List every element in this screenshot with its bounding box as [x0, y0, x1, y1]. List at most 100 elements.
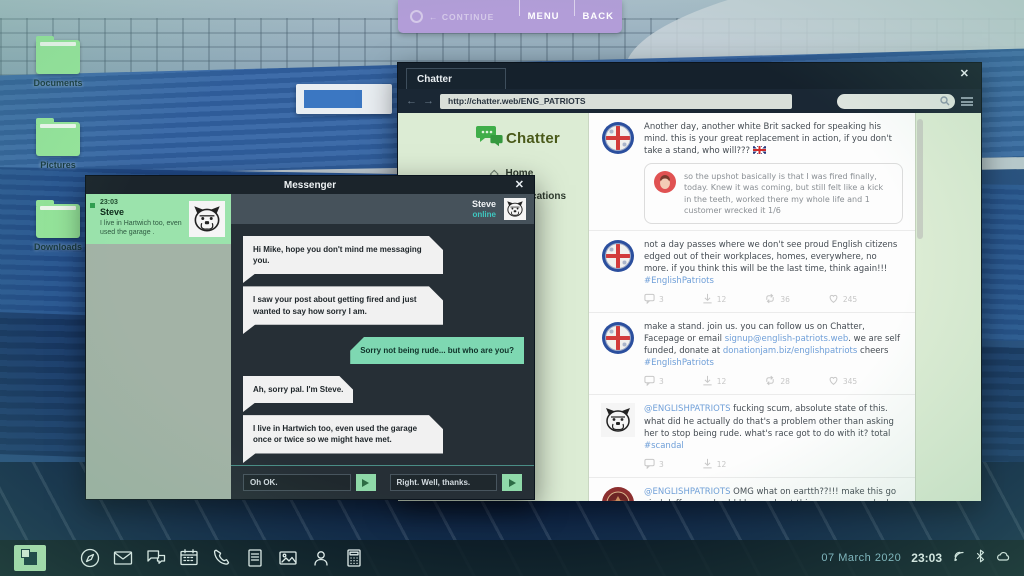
close-icon[interactable]: ✕	[960, 69, 969, 80]
chatter-post: @ENGLISHPATRIOTS OMG what on eartth??!!!…	[589, 478, 915, 501]
download-icon	[702, 293, 713, 306]
post-stats: 3 12 36 245	[644, 293, 903, 306]
post-link[interactable]: #EnglishPatriots	[644, 276, 714, 286]
taskbar-browser-icon[interactable]	[78, 546, 102, 570]
red-person-avatar	[654, 171, 676, 193]
maroon-emblem-avatar[interactable]	[601, 486, 635, 501]
post-text: make a stand. join us. you can follow us…	[644, 321, 903, 369]
taskbar-photos-icon[interactable]	[276, 546, 300, 570]
stat-download[interactable]: 12	[702, 458, 727, 471]
menu-button[interactable]: MENU	[526, 11, 568, 22]
browser-tab-chatter[interactable]: Chatter	[406, 68, 506, 89]
reply-option-1: Oh OK.	[243, 474, 376, 491]
like-icon	[828, 375, 839, 388]
post-body: make a stand. join us. you can follow us…	[644, 321, 903, 388]
taskbar-phone-icon[interactable]	[210, 546, 234, 570]
desktop-folder-pictures[interactable]: Pictures	[26, 122, 90, 170]
bulldog-avatar[interactable]	[601, 403, 635, 437]
taskbar-status-icons	[952, 549, 1010, 568]
quoted-post-text: so the upshot basically is that I was fi…	[684, 171, 893, 216]
stat-count: 28	[780, 377, 790, 386]
folder-label: Downloads	[26, 242, 90, 252]
forward-arrow-icon[interactable]: →	[423, 95, 434, 107]
chat-message-outgoing: Sorry not being rude... but who are you?	[350, 337, 524, 364]
chat-message-incoming: I saw your post about getting fired and …	[243, 286, 443, 324]
chat-panel: Steve online Hi Mike, hope you don't min…	[231, 194, 534, 499]
message-bubble: Sorry not being rude... but who are you?	[350, 337, 524, 364]
stat-like[interactable]: 245	[828, 293, 857, 306]
messenger-title: Messenger	[284, 180, 336, 191]
stat-count: 36	[780, 295, 790, 304]
browser-toolbar: ← → http://chatter.web/ENG_PATRIOTS	[398, 89, 981, 113]
chat-message-incoming: Hi Mike, hope you don't mind me messagin…	[243, 236, 443, 274]
taskbar-contacts-icon[interactable]	[309, 546, 333, 570]
taskbar-calendar-icon[interactable]	[177, 546, 201, 570]
folder-label: Documents	[26, 78, 90, 88]
retweet-icon	[764, 375, 776, 388]
folder-label: Pictures	[26, 160, 90, 170]
post-body: not a day passes where we don't see prou…	[644, 239, 903, 306]
england-crest-avatar[interactable]	[601, 321, 635, 355]
send-button[interactable]	[356, 474, 376, 491]
game-overlay-bar: ← CONTINUE MENU BACK	[398, 0, 622, 33]
stat-retweet[interactable]: 36	[764, 293, 790, 306]
bulldog-avatar	[504, 198, 526, 220]
divider	[519, 0, 520, 16]
send-button[interactable]	[502, 474, 522, 491]
back-button[interactable]: BACK	[581, 11, 622, 22]
stat-comment[interactable]: 3	[644, 458, 664, 471]
conversation-item-steve[interactable]: 23:03 Steve I live in Hartwich too, even…	[86, 194, 231, 244]
taskbar-calculator-icon[interactable]	[342, 546, 366, 570]
stat-download[interactable]: 12	[702, 293, 727, 306]
url-bar[interactable]: http://chatter.web/ENG_PATRIOTS	[440, 94, 792, 109]
stat-count: 3	[659, 460, 664, 469]
stat-comment[interactable]: 3	[644, 293, 664, 306]
england-crest-avatar[interactable]	[601, 239, 635, 273]
desktop-folder-documents[interactable]: Documents	[26, 40, 90, 88]
post-text: @ENGLISHPATRIOTS OMG what on eartth??!!!…	[644, 486, 903, 501]
taskbar-chat-icon[interactable]	[144, 546, 168, 570]
reply-text[interactable]: Right. Well, thanks.	[390, 474, 498, 491]
stat-retweet[interactable]: 28	[764, 375, 790, 388]
reply-text[interactable]: Oh OK.	[243, 474, 351, 491]
comment-icon	[644, 293, 655, 306]
reply-options: Oh OK. Right. Well, thanks.	[231, 465, 534, 499]
taskbar-notes-icon[interactable]	[243, 546, 267, 570]
taskbar-mail-icon[interactable]	[111, 546, 135, 570]
chatter-logo-label: Chatter	[506, 130, 560, 147]
folder-icon	[36, 122, 80, 156]
stat-like[interactable]: 345	[828, 375, 857, 388]
divider	[574, 0, 575, 16]
desktop-folder-downloads[interactable]: Downloads	[26, 204, 90, 252]
message-bubble: Ah, sorry pal. I'm Steve.	[243, 376, 353, 403]
chatter-bubbles-icon	[476, 123, 504, 147]
start-button[interactable]	[14, 545, 46, 571]
messenger-window: Messenger ✕ 23:03 Steve I live in Hartwi…	[85, 175, 535, 500]
chatter-logo[interactable]: Chatter	[476, 123, 560, 147]
like-icon	[828, 293, 839, 306]
messenger-titlebar: Messenger ✕	[86, 176, 534, 194]
folder-icon	[36, 40, 80, 74]
feed-scrollbar[interactable]	[917, 119, 923, 239]
chatter-feed: Another day, another white Brit sacked f…	[588, 113, 916, 501]
post-link[interactable]: #scandal	[644, 441, 684, 451]
conversation-list: 23:03 Steve I live in Hartwich too, even…	[86, 194, 231, 499]
post-link[interactable]: @ENGLISHPATRIOTS	[644, 487, 730, 497]
post-link[interactable]: #EnglishPatriots	[644, 358, 714, 368]
post-link[interactable]: @ENGLISHPATRIOTS	[644, 404, 730, 414]
desktop: Documents Pictures Downloads ← CONTINUE ME…	[0, 0, 1024, 576]
continue-button[interactable]: ← CONTINUE	[429, 12, 513, 22]
england-crest-avatar[interactable]	[601, 121, 635, 155]
post-link[interactable]: donationjam.biz/englishpatriots	[723, 346, 857, 356]
quoted-post[interactable]: so the upshot basically is that I was fi…	[644, 163, 903, 224]
close-icon[interactable]: ✕	[515, 180, 524, 191]
menu-icon[interactable]	[961, 97, 973, 106]
back-arrow-icon[interactable]: ←	[406, 95, 417, 107]
stat-download[interactable]: 12	[702, 375, 727, 388]
chatter-post: Another day, another white Brit sacked f…	[589, 113, 915, 231]
search-input[interactable]	[837, 94, 955, 109]
post-link[interactable]: signup@english-patriots.web	[725, 334, 849, 344]
stat-comment[interactable]: 3	[644, 375, 664, 388]
message-list: Hi Mike, hope you don't mind me messagin…	[231, 224, 534, 465]
stat-count: 245	[843, 295, 857, 304]
